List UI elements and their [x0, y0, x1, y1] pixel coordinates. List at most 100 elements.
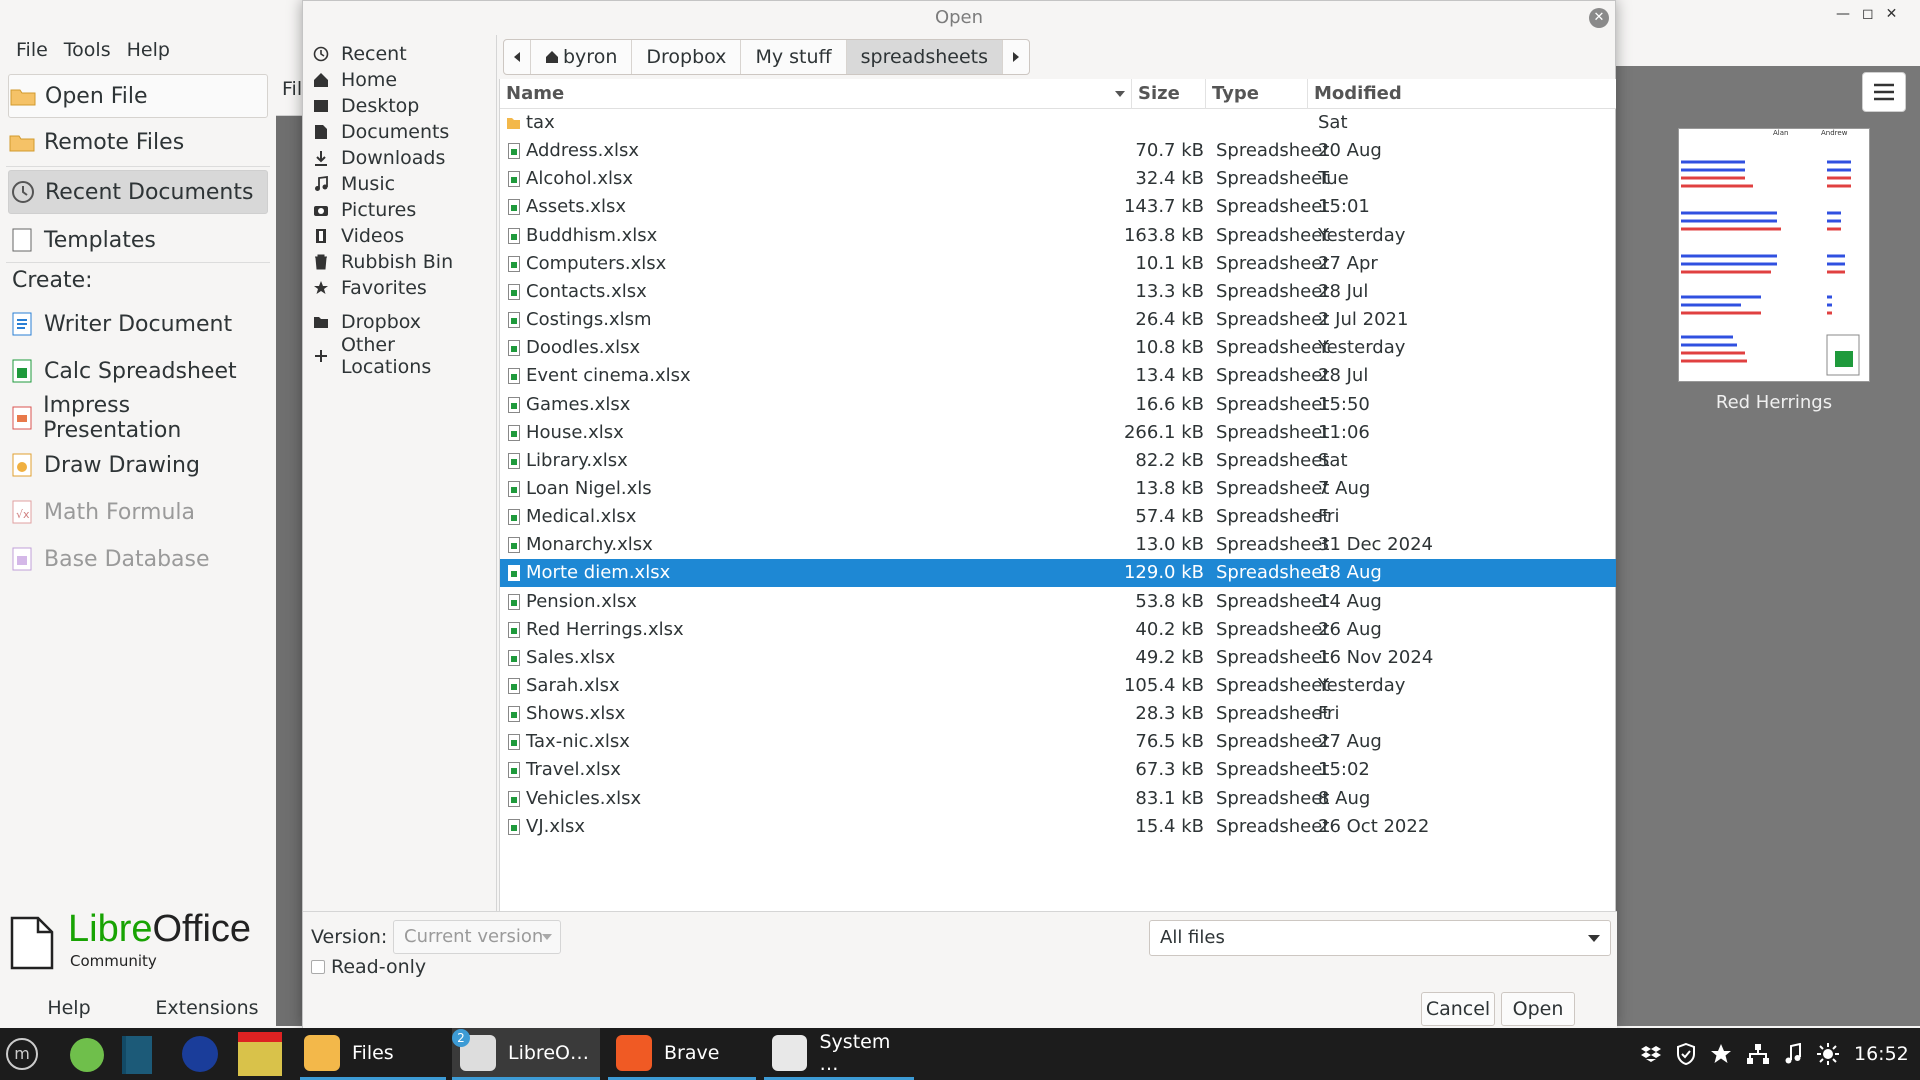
app-grid-icon[interactable]: [70, 1038, 104, 1072]
file-row[interactable]: tax Sat: [500, 109, 1616, 137]
file-row[interactable]: Computers.xlsx 10.1 kB Spreadsheet 27 Apr: [500, 250, 1616, 278]
hamburger-menu-icon[interactable]: [1862, 72, 1906, 112]
remote-files-button[interactable]: Remote Files: [8, 120, 268, 164]
menu-tools[interactable]: Tools: [56, 39, 119, 61]
folder-icon: [507, 118, 520, 129]
file-row[interactable]: Games.xlsx 16.6 kB Spreadsheet 15:50: [500, 391, 1616, 419]
brightness-icon[interactable]: [1816, 1042, 1840, 1066]
readonly-checkbox[interactable]: Read-only: [311, 956, 426, 978]
file-row[interactable]: Vehicles.xlsx 83.1 kB Spreadsheet 8 Aug: [500, 785, 1616, 813]
file-type: Spreadsheet: [1216, 731, 1330, 753]
checkbox-box[interactable]: [311, 960, 325, 974]
spreadsheet-icon: [508, 734, 520, 751]
shield-icon[interactable]: [1676, 1043, 1696, 1065]
file-row[interactable]: Medical.xlsx 57.4 kB Spreadsheet Fri: [500, 503, 1616, 531]
filter-value: All files: [1160, 927, 1225, 948]
place-favorites[interactable]: Favorites: [311, 273, 491, 303]
file-row[interactable]: Loan Nigel.xls 13.8 kB Spreadsheet 7 Aug: [500, 475, 1616, 503]
file-row[interactable]: Shows.xlsx 28.3 kB Spreadsheet Fri: [500, 700, 1616, 728]
file-row[interactable]: Travel.xlsx 67.3 kB Spreadsheet 15:02: [500, 756, 1616, 784]
menu-launcher-icon[interactable]: m: [6, 1038, 38, 1070]
minimize-icon[interactable]: —: [1836, 6, 1850, 28]
taskbar-brave[interactable]: Brave: [608, 1028, 756, 1080]
create-writer-button[interactable]: Writer Document: [8, 302, 268, 346]
file-row[interactable]: Red Herrings.xlsx 40.2 kB Spreadsheet 26 Au…: [500, 616, 1616, 644]
open-file-button[interactable]: Open File: [8, 74, 268, 118]
taskbar-libreoffice[interactable]: 2 LibreO…: [452, 1028, 600, 1080]
templates-button[interactable]: Templates: [8, 218, 268, 262]
file-modified: 27 Aug: [1318, 731, 1382, 753]
create-draw-button[interactable]: Draw Drawing: [8, 443, 268, 487]
taskbar-system[interactable]: System …: [764, 1028, 914, 1080]
system-settings-icon: [772, 1034, 808, 1071]
file-modified: 15:01: [1318, 196, 1370, 218]
file-row[interactable]: Buddhism.xlsx 163.8 kB Spreadsheet Yesterda…: [500, 222, 1616, 250]
file-row[interactable]: Assets.xlsx 143.7 kB Spreadsheet 15:01: [500, 193, 1616, 221]
place-other-locations[interactable]: Other Locations: [311, 334, 491, 378]
dialog-title: Open: [934, 7, 984, 28]
path-forward-icon[interactable]: [1003, 40, 1029, 74]
math-icon: √x: [8, 497, 36, 527]
base-icon: [8, 544, 36, 574]
star-icon[interactable]: [1710, 1043, 1732, 1065]
file-row[interactable]: Contacts.xlsx 13.3 kB Spreadsheet 28 Jul: [500, 278, 1616, 306]
document-thumbnail[interactable]: Alan Andrew: [1678, 128, 1870, 382]
folder-icon: [304, 1034, 340, 1071]
file-row[interactable]: Monarchy.xlsx 13.0 kB Spreadsheet 31 Dec 20…: [500, 531, 1616, 559]
path-segment-home[interactable]: byron: [531, 40, 633, 74]
column-size[interactable]: Size: [1132, 79, 1206, 109]
extensions-button[interactable]: Extensions: [138, 990, 276, 1026]
cancel-button[interactable]: Cancel: [1421, 992, 1495, 1026]
music-note-icon[interactable]: [1784, 1043, 1802, 1065]
terminal-icon[interactable]: [122, 1036, 152, 1074]
path-segment-dropbox[interactable]: Dropbox: [632, 40, 742, 74]
file-row[interactable]: Event cinema.xlsx 13.4 kB Spreadsheet 28 Ju…: [500, 362, 1616, 390]
file-row[interactable]: House.xlsx 266.1 kB Spreadsheet 11:06: [500, 419, 1616, 447]
maximize-icon[interactable]: ◻: [1862, 6, 1874, 28]
quicken-icon[interactable]: [238, 1032, 282, 1076]
file-type: Spreadsheet: [1216, 787, 1330, 809]
create-math-button[interactable]: √x Math Formula: [8, 490, 268, 534]
audio-app-icon[interactable]: [182, 1036, 218, 1072]
file-row[interactable]: Address.xlsx 70.7 kB Spreadsheet 20 Aug: [500, 137, 1616, 165]
place-dropbox[interactable]: Dropbox: [311, 307, 491, 337]
file-row[interactable]: Tax-nic.xlsx 76.5 kB Spreadsheet 27 Aug: [500, 728, 1616, 756]
window-controls: — ◻ ✕: [1836, 6, 1920, 28]
file-row[interactable]: Doodles.xlsx 10.8 kB Spreadsheet Yesterday: [500, 334, 1616, 362]
column-name[interactable]: Name: [500, 79, 1132, 109]
file-row[interactable]: Alcohol.xlsx 32.4 kB Spreadsheet Tue: [500, 165, 1616, 193]
taskbar: m Files 2 LibreO… Brave System … 16:52: [0, 1028, 1920, 1080]
network-icon[interactable]: [1746, 1043, 1770, 1065]
create-base-button[interactable]: Base Database: [8, 537, 268, 581]
path-segment-my-stuff[interactable]: My stuff: [741, 40, 847, 74]
dropbox-icon[interactable]: [1640, 1044, 1662, 1064]
create-impress-button[interactable]: Impress Presentation: [8, 393, 268, 443]
menu-help[interactable]: Help: [119, 39, 178, 61]
toolbar-filter-label[interactable]: Fil: [282, 78, 302, 100]
file-row[interactable]: VJ.xlsx 15.4 kB Spreadsheet 26 Oct 2022: [500, 813, 1616, 841]
start-center-sidebar: Open File Remote Files Recent Documents …: [0, 66, 276, 1026]
file-row[interactable]: Morte diem.xlsx 129.0 kB Spreadsheet 18 Aug: [500, 559, 1616, 588]
clock[interactable]: 16:52: [1854, 1043, 1909, 1065]
file-row[interactable]: Sales.xlsx 49.2 kB Spreadsheet 16 Nov 2024: [500, 644, 1616, 672]
path-back-icon[interactable]: [504, 40, 531, 74]
close-icon[interactable]: ✕: [1589, 8, 1609, 28]
chevron-down-icon: [1588, 935, 1600, 942]
spreadsheet-icon: [508, 678, 520, 694]
recent-documents-button[interactable]: Recent Documents: [8, 170, 268, 214]
create-calc-button[interactable]: Calc Spreadsheet: [8, 349, 268, 393]
file-row[interactable]: Sarah.xlsx 105.4 kB Spreadsheet Yesterday: [500, 672, 1616, 700]
file-type-filter[interactable]: All files: [1149, 920, 1611, 956]
file-row[interactable]: Pension.xlsx 53.8 kB Spreadsheet 14 Aug: [500, 588, 1616, 616]
column-type[interactable]: Type: [1206, 79, 1308, 109]
path-segment-spreadsheets[interactable]: spreadsheets: [846, 40, 1004, 74]
menu-file[interactable]: File: [8, 39, 56, 61]
column-modified[interactable]: Modified: [1308, 79, 1616, 109]
taskbar-files[interactable]: Files: [300, 1028, 446, 1080]
version-select[interactable]: Current version: [393, 920, 561, 954]
close-window-icon[interactable]: ✕: [1886, 6, 1898, 28]
open-button[interactable]: Open: [1501, 992, 1575, 1026]
file-row[interactable]: Costings.xlsm 26.4 kB Spreadsheet 2 Jul 202…: [500, 306, 1616, 334]
file-row[interactable]: Library.xlsx 82.2 kB Spreadsheet Sat: [500, 447, 1616, 475]
help-button[interactable]: Help: [0, 990, 138, 1026]
